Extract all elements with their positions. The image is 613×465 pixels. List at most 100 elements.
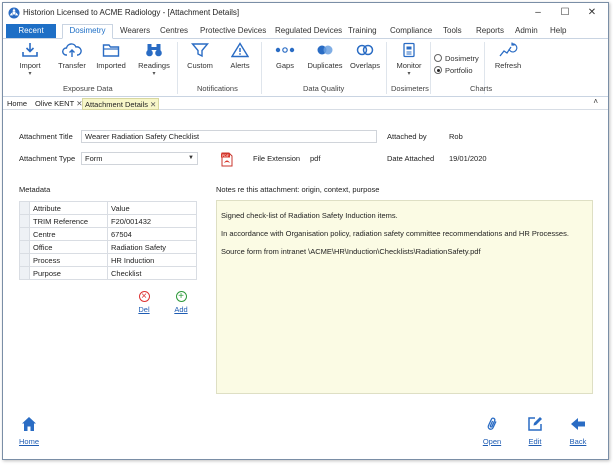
notes-line: Source form from intranet \ACME\HR\Induc… (221, 247, 481, 256)
minimize-button[interactable]: – (525, 5, 551, 21)
import-icon (22, 43, 38, 57)
ribbon: Import ▾ Transfer Imported Readings ▾ Ex… (3, 38, 608, 97)
collapse-ribbon-icon[interactable]: ˄ (593, 97, 598, 106)
app-window: Historion Licensed to ACME Radiology - [… (2, 2, 609, 460)
tab-regulated-devices[interactable]: Regulated Devices (275, 24, 342, 39)
row-header-cell[interactable] (19, 227, 30, 241)
recent-button[interactable]: Recent (6, 24, 56, 38)
row-header-cell[interactable] (19, 253, 30, 267)
open-button[interactable]: Open (479, 416, 505, 446)
group-label-charts: Charts (470, 84, 493, 93)
delete-row-button[interactable]: × Del (134, 291, 154, 314)
attribute-cell[interactable]: TRIM Reference (29, 214, 108, 228)
table-row[interactable]: TRIM Reference F20/001432 (19, 214, 197, 228)
metadata-header-row: Attribute Value (19, 201, 197, 215)
gaps-button[interactable]: Gaps (271, 42, 299, 70)
attribute-cell[interactable]: Process (29, 253, 108, 267)
custom-button[interactable]: Custom (185, 42, 215, 70)
gaps-icon (275, 47, 295, 53)
custom-label: Custom (187, 61, 213, 70)
value-cell[interactable]: F20/001432 (107, 214, 197, 228)
back-arrow-icon (571, 418, 585, 430)
edit-link[interactable]: Edit (529, 437, 542, 446)
readings-label: Readings (138, 61, 170, 70)
delete-icon: × (138, 291, 150, 302)
tab-training[interactable]: Training (348, 24, 377, 39)
doc-tab-home[interactable]: Home (5, 98, 29, 110)
value-cell[interactable]: Radiation Safety (107, 240, 197, 254)
attachment-type-value: Form (85, 154, 103, 163)
tab-admin[interactable]: Admin (515, 24, 538, 39)
attribute-cell[interactable]: Purpose (29, 266, 108, 280)
table-row[interactable]: Process HR Induction (19, 253, 197, 267)
readings-button[interactable]: Readings ▾ (136, 42, 172, 77)
attribute-cell[interactable]: Centre (29, 227, 108, 241)
portfolio-radio-label: Portfolio (445, 66, 473, 75)
imported-button[interactable]: Imported (94, 42, 128, 70)
value-cell[interactable]: HR Induction (107, 253, 197, 267)
menu-bar: Recent Dosimetry Wearers Centres Protect… (3, 24, 608, 39)
import-dropdown-icon: ▾ (28, 71, 32, 77)
notes-textarea[interactable]: Signed check-list of Radiation Safety In… (216, 200, 593, 394)
tab-wearers[interactable]: Wearers (120, 24, 150, 39)
attachment-title-input[interactable]: Wearer Radiation Safety Checklist (81, 130, 377, 143)
app-logo-icon (8, 7, 20, 19)
notes-line: In accordance with Organisation policy, … (221, 229, 569, 238)
edit-button[interactable]: Edit (523, 416, 547, 446)
notes-heading: Notes re this attachment: origin, contex… (216, 185, 380, 194)
portfolio-radio-circle (434, 66, 442, 74)
table-row[interactable]: Office Radiation Safety (19, 240, 197, 254)
home-button[interactable]: Home (15, 416, 43, 446)
file-extension-value: pdf (310, 154, 321, 163)
ribbon-group-separator (261, 42, 262, 94)
table-row[interactable]: Purpose Checklist (19, 266, 197, 280)
table-row[interactable]: Centre 67504 (19, 227, 197, 241)
back-button[interactable]: Back (565, 416, 591, 446)
open-link[interactable]: Open (483, 437, 501, 446)
doc-tab-olive-kent[interactable]: Olive KENT ✕ (33, 98, 84, 110)
tab-centres[interactable]: Centres (160, 24, 188, 39)
add-link[interactable]: Add (174, 305, 187, 314)
refresh-button[interactable]: Refresh (492, 42, 524, 70)
attached-by-label: Attached by (387, 132, 427, 141)
tab-help[interactable]: Help (550, 24, 566, 39)
tab-reports[interactable]: Reports (476, 24, 504, 39)
maximize-button[interactable]: ☐ (552, 5, 578, 21)
add-row-button[interactable]: + Add (170, 291, 192, 314)
alerts-button[interactable]: Alerts (225, 42, 255, 70)
funnel-icon (191, 43, 209, 58)
row-header-cell[interactable] (19, 214, 30, 228)
row-header-cell[interactable] (19, 266, 30, 280)
alerts-label: Alerts (230, 61, 250, 70)
value-cell[interactable]: Checklist (107, 266, 197, 280)
close-tab-icon[interactable]: ✕ (150, 100, 156, 109)
tab-protective-devices[interactable]: Protective Devices (200, 24, 266, 39)
dosimetry-radio[interactable]: Dosimetry (434, 54, 479, 63)
group-label-exposure-data: Exposure Data (63, 84, 113, 93)
tab-dosimetry[interactable]: Dosimetry (62, 24, 113, 39)
close-window-button[interactable]: ✕ (579, 5, 605, 21)
dosimeter-badge-icon (403, 42, 415, 58)
import-button[interactable]: Import ▾ (15, 42, 45, 77)
monitor-button[interactable]: Monitor ▾ (393, 42, 425, 77)
cloud-upload-icon (62, 43, 82, 57)
value-cell[interactable]: 67504 (107, 227, 197, 241)
gaps-label: Gaps (276, 61, 294, 70)
overlaps-label: Overlaps (349, 61, 380, 70)
overlaps-button[interactable]: Overlaps (349, 42, 381, 70)
window-title: Historion Licensed to ACME Radiology - [… (23, 8, 240, 17)
portfolio-radio[interactable]: Portfolio (434, 66, 473, 75)
tab-compliance[interactable]: Compliance (390, 24, 432, 39)
home-link[interactable]: Home (19, 437, 39, 446)
attribute-cell[interactable]: Office (29, 240, 108, 254)
attachment-type-select[interactable]: Form ▼ (81, 152, 198, 165)
transfer-button[interactable]: Transfer (55, 42, 89, 70)
duplicates-button[interactable]: Duplicates (306, 42, 344, 70)
row-header-cell[interactable] (19, 240, 30, 254)
readings-dropdown-icon: ▾ (152, 71, 156, 77)
doc-tab-attachment-details[interactable]: Attachment Details ✕ (82, 98, 160, 110)
delete-link[interactable]: Del (138, 305, 149, 314)
tab-tools[interactable]: Tools (443, 24, 462, 39)
transfer-label: Transfer (58, 61, 86, 70)
back-link[interactable]: Back (570, 437, 587, 446)
